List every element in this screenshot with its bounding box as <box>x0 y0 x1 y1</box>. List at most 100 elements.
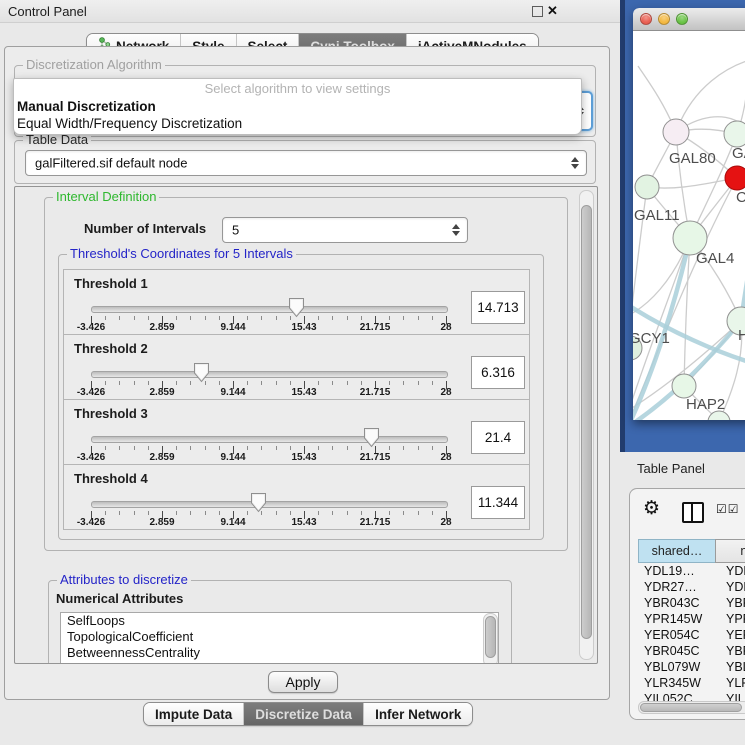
tick-label: 9.144 <box>220 517 245 528</box>
threshold-2-value-field[interactable]: 6.316 <box>471 356 525 389</box>
tick-mark <box>205 446 206 450</box>
table-cell: YDL1 <box>720 563 745 579</box>
numerical-attributes-list[interactable]: SelfLoopsTopologicalCoefficientBetweenne… <box>60 612 499 664</box>
threshold-2-slider-track[interactable] <box>91 371 448 378</box>
network-node-gal11[interactable] <box>635 175 659 199</box>
table-row[interactable]: YLR345WYLR3 <box>638 675 745 691</box>
numerical-attribute-selfloops[interactable]: SelfLoops <box>61 613 498 629</box>
threshold-4-slider-track[interactable] <box>91 501 448 508</box>
network-canvas[interactable]: GAL80GACGAL11GAL4GCY1HHAP2 <box>633 31 745 420</box>
network-edge[interactable] <box>647 178 737 188</box>
tick-mark <box>332 316 333 320</box>
network-node-c-red[interactable] <box>725 166 745 190</box>
threshold-label: Threshold 4 <box>74 471 148 486</box>
gear-icon[interactable]: ⚙ <box>643 497 660 519</box>
tick-mark <box>219 381 220 385</box>
threshold-4-slider-handle[interactable] <box>250 492 267 516</box>
table-row[interactable]: YPR145WYPR1 <box>638 611 745 627</box>
tick-mark <box>219 316 220 320</box>
threshold-label: Threshold 1 <box>74 276 148 291</box>
tick-mark <box>432 316 433 320</box>
number-of-intervals-combo[interactable]: 5 <box>222 217 468 243</box>
tick-mark <box>389 446 390 450</box>
table-row[interactable]: YBR043CYBR0 <box>638 595 745 611</box>
numerical-attribute-topologicalcoefficient[interactable]: TopologicalCoefficient <box>61 629 498 645</box>
scrollbar-thumb[interactable] <box>640 703 742 712</box>
tick-label: 2.859 <box>149 517 174 528</box>
table-cell: YPR1 <box>720 611 745 627</box>
tick-mark <box>134 446 135 450</box>
tick-mark <box>105 511 106 515</box>
table-cell: YDL19… <box>638 563 720 579</box>
tick-mark <box>290 446 291 450</box>
attributes-group-title: Attributes to discretize <box>57 572 191 587</box>
tick-mark <box>418 511 419 515</box>
dropdown-option-manual-discretization[interactable]: Manual Discretization <box>14 98 581 115</box>
combo-spinner-icon <box>571 156 580 170</box>
tick-mark <box>190 446 191 450</box>
table-data-combo[interactable]: galFiltered.sif default node <box>25 150 587 176</box>
control-panel-titlebar: Control Panel ✕ <box>0 0 620 23</box>
interval-definition-title: Interval Definition <box>53 189 159 204</box>
tick-mark <box>347 381 348 385</box>
column-header-name[interactable]: name <box>715 539 745 563</box>
network-node-hap2[interactable] <box>672 374 696 398</box>
tick-mark <box>347 316 348 320</box>
apply-button[interactable]: Apply <box>268 671 338 693</box>
table-row[interactable]: YDL19…YDL1 <box>638 563 745 579</box>
tick-mark <box>176 381 177 385</box>
mode-tab-impute-data[interactable]: Impute Data <box>144 703 244 725</box>
attributes-list-scrollbar[interactable] <box>483 613 498 664</box>
tick-label: 28 <box>440 322 451 333</box>
float-window-icon[interactable] <box>532 6 543 17</box>
number-of-intervals-value: 5 <box>232 223 239 238</box>
threshold-1-slider-track[interactable] <box>91 306 448 313</box>
threshold-1-slider-handle[interactable] <box>288 297 305 321</box>
table-row[interactable]: YBL079WYBL0 <box>638 659 745 675</box>
scrollbar-thumb[interactable] <box>485 616 496 658</box>
minimize-traffic-light-icon[interactable] <box>658 13 670 25</box>
tick-mark <box>318 316 319 320</box>
zoom-traffic-light-icon[interactable] <box>676 13 688 25</box>
threshold-2-slider-handle[interactable] <box>193 362 210 386</box>
tick-mark <box>261 316 262 320</box>
threshold-4-value-field[interactable]: 11.344 <box>471 486 525 519</box>
threshold-3-value-field[interactable]: 21.4 <box>471 421 525 454</box>
table-row[interactable]: YBR045CYBR0 <box>638 643 745 659</box>
dropdown-option-equal-width-frequency[interactable]: Equal Width/Frequency Discretization <box>14 115 581 132</box>
numerical-attributes-label: Numerical Attributes <box>56 591 183 606</box>
close-panel-icon[interactable]: ✕ <box>547 3 558 19</box>
scrollbar-thumb[interactable] <box>581 205 592 639</box>
node-label-hap2: HAP2 <box>686 396 725 413</box>
network-node-ga[interactable] <box>724 121 745 147</box>
table-row[interactable]: YER054CYER0 <box>638 627 745 643</box>
threshold-label: Threshold 3 <box>74 406 148 421</box>
mode-tab-infer-network[interactable]: Infer Network <box>364 703 472 725</box>
table-cell: YBR045C <box>638 643 720 659</box>
checkbox-icons[interactable]: ☑☑ <box>716 502 740 516</box>
settings-panel-scrollbar[interactable] <box>579 190 594 660</box>
table-panel: ⚙ ☑☑ shared…nameYDL19…YDL1YDR27…YDR2YBR0… <box>629 488 745 720</box>
numerical-attribute-betweennesscentrality[interactable]: BetweennessCentrality <box>61 645 498 661</box>
threshold-3-slider-handle[interactable] <box>363 427 380 451</box>
threshold-3-slider-track[interactable] <box>91 436 448 443</box>
network-node-gal80[interactable] <box>663 119 689 145</box>
tick-mark <box>332 446 333 450</box>
column-header-shared[interactable]: shared… <box>638 539 716 563</box>
table-row[interactable]: YDR27…YDR2 <box>638 579 745 595</box>
mode-tab-discretize-data[interactable]: Discretize Data <box>244 703 364 725</box>
tick-mark <box>347 511 348 515</box>
tick-mark <box>290 511 291 515</box>
tick-mark <box>347 446 348 450</box>
node-label-h: H <box>738 327 745 344</box>
table-cell: YER0 <box>720 627 745 643</box>
tick-mark <box>247 316 248 320</box>
close-traffic-light-icon[interactable] <box>640 13 652 25</box>
table-horizontal-scrollbar[interactable] <box>638 701 745 714</box>
network-window-titlebar[interactable] <box>633 8 745 31</box>
columns-icon[interactable] <box>682 502 704 523</box>
tick-label: -3.426 <box>77 517 105 528</box>
tick-mark <box>105 446 106 450</box>
threshold-1-value-field[interactable]: 14.713 <box>471 291 525 324</box>
tick-mark <box>432 511 433 515</box>
